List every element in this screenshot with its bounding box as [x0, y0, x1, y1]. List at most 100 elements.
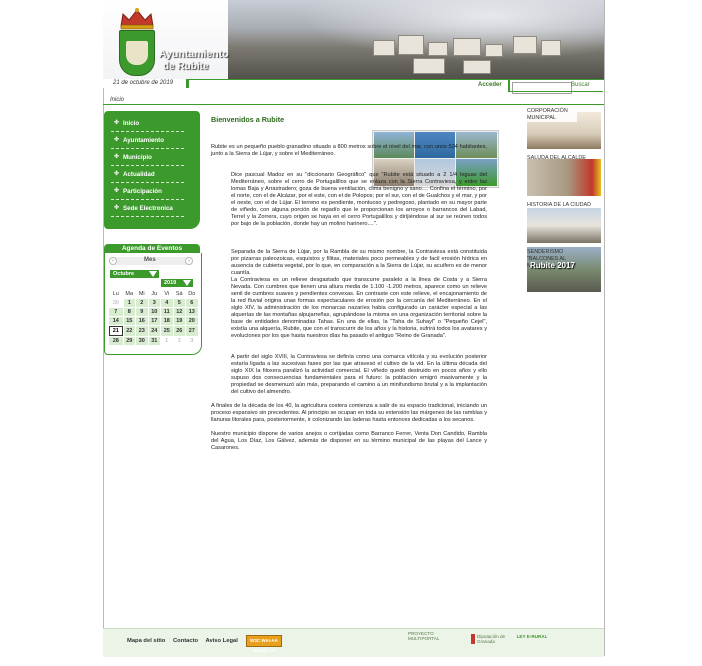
calendar-day[interactable]: 24 — [148, 326, 160, 336]
sidebar-item-label: Actualidad — [123, 171, 155, 178]
calendar-day-outside: 1 — [165, 338, 169, 344]
calendar-day[interactable]: 13 — [186, 308, 198, 316]
header-logo-panel: Ayuntamiento de Rubite — [103, 0, 229, 79]
menu-bullet-icon: ✤ — [114, 171, 120, 177]
login-link[interactable]: Acceder — [478, 82, 502, 88]
calendar-day[interactable]: 12 — [173, 308, 185, 316]
weekday-header: Sá — [175, 291, 183, 297]
calendar-day[interactable]: 18 — [161, 317, 173, 325]
card-label: CORPORACIÓN MUNICIPAL — [527, 108, 577, 122]
footer-links: Mapa del sitio Contacto Aviso Legal — [127, 638, 244, 644]
page-title: Bienvenidos a Rubite — [211, 115, 285, 124]
calendar-day[interactable]: 28 — [109, 337, 123, 345]
weekday-header: Lu — [112, 291, 119, 297]
calendar-day[interactable]: 4 — [161, 299, 173, 307]
card-senderismo[interactable]: SENDERISMO "BALCONES AL M..." Rubite 201… — [526, 246, 602, 292]
rubite-year-overlay: Rubite 2017 — [530, 261, 575, 270]
sidebar-menu: ✤ Inicio ✤ Ayuntamiento ✤ Municipio ✤ Actual… — [104, 111, 200, 229]
calendar-day[interactable]: 10 — [148, 308, 160, 316]
calendar-day[interactable]: 23 — [136, 326, 148, 336]
calendar-day[interactable]: 2 — [136, 299, 148, 307]
coat-of-arms-icon — [119, 30, 155, 76]
diputacion-logo[interactable]: Diputación de Granada — [471, 634, 517, 644]
menu-bullet-icon: ✤ — [114, 137, 120, 143]
sidebar-item-ayuntamiento[interactable]: ✤ Ayuntamiento — [111, 134, 184, 149]
breadcrumb[interactable]: Inicio — [110, 97, 124, 103]
year-select[interactable]: 2019 — [161, 279, 193, 287]
next-month-button[interactable]: › — [185, 257, 193, 265]
calendar-day[interactable]: 5 — [173, 299, 185, 307]
calendar-day-outside: 30 — [112, 300, 119, 306]
calendar-day[interactable]: 20 — [186, 317, 198, 325]
calendar-view-label: Mes — [144, 257, 156, 263]
wai-badge[interactable]: W3C WAI-AA WCAG 1.0 — [246, 635, 282, 653]
sidebar-item-municipio[interactable]: ✤ Municipio — [111, 151, 184, 166]
sidebar-item-actualidad[interactable]: ✤ Actualidad — [111, 168, 184, 183]
calendar-day[interactable]: 30 — [136, 337, 148, 345]
agenda-title: Agenda de Eventos — [104, 244, 200, 253]
sidebar-item-label: Municipio — [123, 154, 152, 161]
calendar-day[interactable]: 21 — [109, 326, 123, 336]
menu-bullet-icon: ✤ — [114, 205, 120, 211]
calendar-day-outside: 2 — [177, 338, 181, 344]
menu-bullet-icon: ✤ — [114, 188, 120, 194]
prev-month-button[interactable]: ‹ — [109, 257, 117, 265]
calendar-day[interactable]: 27 — [186, 326, 198, 336]
calendar-day[interactable]: 6 — [186, 299, 198, 307]
card-historia[interactable]: HISTORIA DE LA CIUDAD — [526, 199, 602, 243]
sidebar-item-sede-electronica[interactable]: ✤ Sede Electronica — [111, 202, 184, 217]
ley-erural-logo[interactable]: LEY E-RURAL — [515, 634, 549, 639]
card-label: SALUDA DEL ALCALDE — [527, 155, 586, 161]
quote-paragraph: La Contraviesa es un relieve desgastado … — [231, 277, 487, 339]
calendar-day[interactable]: 19 — [173, 317, 185, 325]
menu-bullet-icon: ✤ — [114, 120, 120, 126]
calendar-day[interactable]: 3 — [148, 299, 160, 307]
calendar-day[interactable]: 22 — [123, 326, 135, 336]
body-paragraph: Nuestro municipio dispone de varios anej… — [211, 431, 487, 451]
multiportal-logo[interactable]: PROYECTO MULTIPORTAL — [408, 631, 448, 641]
footer-link-legal[interactable]: Aviso Legal — [206, 638, 238, 644]
search-button[interactable]: Buscar — [571, 82, 590, 88]
calendar-day[interactable]: 9 — [136, 308, 148, 316]
brand-line-2: de Rubite — [163, 61, 209, 72]
footer-link-contact[interactable]: Contacto — [173, 638, 198, 644]
header-banner-image — [223, 0, 604, 79]
calendar-day[interactable]: 29 — [123, 337, 135, 345]
calendar-day[interactable]: 25 — [161, 326, 173, 336]
calendar-day[interactable]: 17 — [148, 317, 160, 325]
current-date: 21 de octubre de 2019 — [113, 80, 174, 86]
intro-paragraph: Rubite es un pequeño pueblo granadino si… — [211, 144, 487, 157]
weekday-header: Ma — [125, 291, 134, 297]
calendar-grid: Lu Ma Mi Ju Vi Sá Do 30 1 2 3 4 5 6 7 8 9 10 11 12 13 14 15 16… — [108, 289, 199, 346]
body-paragraph: A finales de la década de los 40, la agr… — [211, 403, 487, 423]
sidebar-item-inicio[interactable]: ✤ Inicio — [111, 117, 184, 132]
weekday-header: Vi — [164, 291, 170, 297]
calendar-day[interactable]: 31 — [148, 337, 160, 345]
calendar-day[interactable]: 8 — [123, 308, 135, 316]
calendar-day[interactable]: 1 — [123, 299, 135, 307]
sidebar-item-participacion[interactable]: ✤ Participación — [111, 185, 184, 200]
card-corporacion[interactable]: CORPORACIÓN MUNICIPAL — [526, 105, 602, 149]
sidebar-item-label: Ayuntamiento — [123, 137, 165, 144]
calendar-day[interactable]: 14 — [109, 317, 123, 325]
quote-paragraph: Separada de la Sierra de Lújar, por la R… — [231, 249, 487, 276]
search-input[interactable] — [512, 82, 572, 94]
calendar-day[interactable]: 26 — [173, 326, 185, 336]
calendar-day[interactable]: 16 — [136, 317, 148, 325]
site-footer: Mapa del sitio Contacto Aviso Legal W3C … — [103, 628, 604, 657]
calendar-day-outside: 3 — [190, 338, 194, 344]
calendar-day[interactable]: 11 — [161, 308, 173, 316]
calendar-nav: ‹ Mes › — [109, 257, 193, 265]
agenda-calendar: ‹ Mes › Octubre 2019 Lu Ma Mi Ju Vi Sá Do 30 1 2… — [104, 253, 202, 355]
calendar-day[interactable]: 15 — [123, 317, 135, 325]
card-label: HISTORIA DE LA CIUDAD — [527, 202, 592, 208]
calendar-day[interactable]: 7 — [109, 308, 123, 316]
month-select[interactable]: Octubre — [110, 270, 159, 278]
footer-link-sitemap[interactable]: Mapa del sitio — [127, 638, 165, 644]
menu-bullet-icon: ✤ — [114, 154, 120, 160]
brand-line-1: Ayuntamiento — [159, 48, 229, 60]
quote-paragraph: A partir del siglo XVIII, la Contraviesa… — [231, 354, 487, 395]
weekday-header: Mi — [138, 291, 145, 297]
card-saluda-alcalde[interactable]: SALUDA DEL ALCALDE — [526, 152, 602, 196]
site-header: Ayuntamiento de Rubite — [103, 0, 604, 79]
